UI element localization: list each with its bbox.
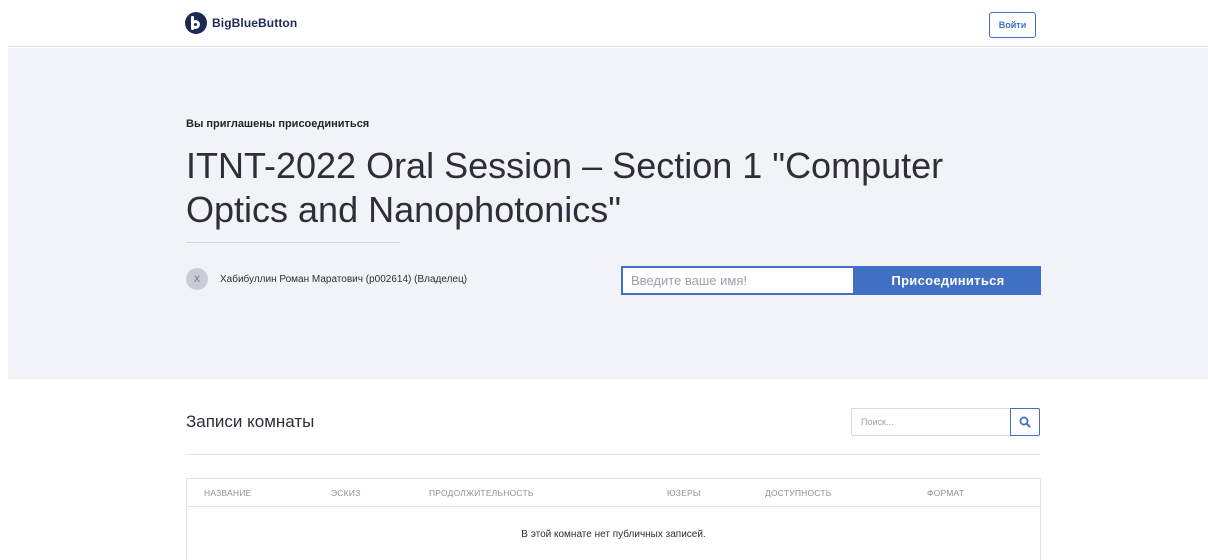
column-visibility[interactable]: ДОСТУПНОСТЬ — [765, 488, 832, 498]
room-owner: X Хабибуллин Роман Маратович (p002614) (… — [186, 268, 467, 290]
empty-recordings-message: В этой комнате нет публичных записей. — [521, 529, 706, 540]
recordings-divider — [186, 454, 1040, 455]
recordings-table: НАЗВАНИЕ ЭСКИЗ ПРОДОЛЖИТЕЛЬНОСТЬ ЮЗЕРЫ Д… — [186, 478, 1041, 560]
title-divider — [186, 242, 400, 243]
column-users[interactable]: ЮЗЕРЫ — [667, 488, 701, 498]
column-thumbnail[interactable]: ЭСКИЗ — [331, 488, 360, 498]
column-format[interactable]: ФОРМАТ — [927, 488, 964, 498]
brand-logo[interactable]: BigBlueButton — [185, 12, 297, 34]
room-title: ITNT-2022 Oral Session – Section 1 "Comp… — [186, 145, 944, 230]
column-duration[interactable]: ПРОДОЛЖИТЕЛЬНОСТЬ — [429, 488, 534, 498]
column-name[interactable]: НАЗВАНИЕ — [204, 488, 251, 498]
bigbluebutton-logo-icon — [185, 12, 207, 34]
search-icon — [1019, 416, 1031, 428]
room-hero: Вы приглашены присоединиться ITNT-2022 O… — [8, 48, 1208, 379]
invited-label: Вы приглашены присоединиться — [186, 118, 370, 130]
search-button[interactable] — [1010, 408, 1040, 436]
signin-button[interactable]: Войти — [989, 12, 1036, 38]
recordings-search-input[interactable] — [851, 408, 1010, 436]
top-navbar: BigBlueButton Войти — [8, 0, 1208, 47]
name-input[interactable] — [621, 266, 855, 295]
owner-name: Хабибуллин Роман Маратович (p002614) (Вл… — [220, 273, 468, 285]
brand-name: BigBlueButton — [212, 16, 298, 30]
owner-avatar: X — [186, 268, 208, 290]
table-header: НАЗВАНИЕ ЭСКИЗ ПРОДОЛЖИТЕЛЬНОСТЬ ЮЗЕРЫ Д… — [187, 479, 1040, 507]
recordings-title: Записи комнаты — [186, 412, 315, 431]
join-button[interactable]: Присоединиться — [855, 266, 1041, 295]
